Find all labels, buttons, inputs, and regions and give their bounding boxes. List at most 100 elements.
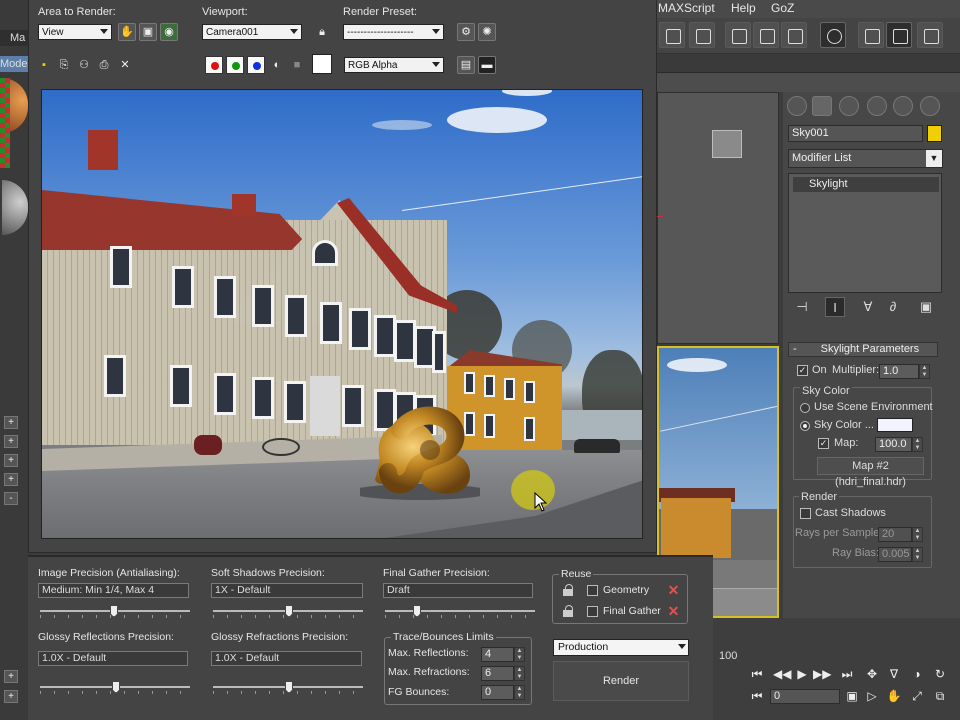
display-tab-icon[interactable] [893,96,913,116]
map-amount-spinner[interactable]: 100.0 ▲ ▼ [875,437,923,452]
object-name-field[interactable]: Sky001 [788,125,923,142]
next-frame-icon[interactable]: ▶▶ [813,666,831,682]
walk-through-icon[interactable]: ∇ [885,666,903,682]
reuse-final-gather-checkbox[interactable] [587,606,598,617]
go-to-start-icon[interactable]: ⏮ [748,666,766,682]
make-unique-icon[interactable]: ∀ [858,297,878,317]
show-end-result-icon[interactable]: I [825,297,845,317]
expand-icon[interactable]: + [4,435,18,448]
remove-modifier-icon[interactable]: ∂ [883,297,903,317]
key-mode-icon[interactable]: ⏮ [748,688,766,704]
soft-shadows-slider[interactable] [213,605,363,618]
render-region-icon[interactable]: ◉ [160,23,178,41]
spinner-arrows-icon[interactable]: ▲ ▼ [919,364,930,379]
red-channel-toggle[interactable] [205,56,223,74]
expand-icon[interactable]: + [4,690,18,703]
edit-region-icon[interactable]: ✋ [118,23,136,41]
object-color-swatch[interactable] [927,125,942,142]
schematic-view-icon[interactable] [781,22,807,48]
configure-sets-icon[interactable]: ▣ [916,297,936,317]
expand-icon[interactable]: + [4,454,18,467]
menu-goz[interactable]: GoZ [771,1,794,15]
clear-final-gather-cache-icon[interactable]: ✕ [666,604,681,619]
clear-geometry-cache-icon[interactable]: ✕ [666,583,681,598]
render-mode-dropdown[interactable]: Production [553,639,689,656]
render-production-teapot-icon[interactable] [917,22,943,48]
render-setup-icon[interactable]: ⚙ [457,23,475,41]
modify-tab-icon[interactable] [812,96,832,116]
mode-tab[interactable]: Mode [0,56,28,72]
render-preset-dropdown[interactable]: -------------------- [343,24,444,40]
lock-geometry-icon[interactable] [563,584,573,596]
green-channel-toggle[interactable] [226,56,244,74]
max-refractions-spinner[interactable]: 6 ▲ ▼ [481,666,525,681]
use-scene-env-radio[interactable] [800,403,810,413]
blue-channel-toggle[interactable] [247,56,265,74]
sky-color-swatch[interactable] [877,418,913,432]
clone-window-icon[interactable]: ⚇ [75,56,93,74]
lock-final-gather-icon[interactable] [563,605,573,617]
current-frame-field[interactable]: 0 [770,689,840,704]
spinner-arrows-icon[interactable]: ▲ ▼ [514,647,525,662]
reuse-geometry-checkbox[interactable] [587,585,598,596]
spinner-arrows-icon[interactable]: ▲ ▼ [514,666,525,681]
orbit-icon[interactable]: ◑ [908,666,926,682]
stack-item-skylight[interactable]: Skylight [793,177,939,192]
copy-image-icon[interactable]: ⎘ [55,56,73,74]
auto-region-icon[interactable]: ▣ [139,23,157,41]
material-slot-2[interactable] [2,180,28,235]
curve-editor-icon[interactable] [753,22,779,48]
ray-bias-spinner[interactable]: 0.005 ▲ ▼ [878,547,923,562]
time-config-icon[interactable]: ▣ [843,688,861,704]
glossy-reflections-slider[interactable] [40,681,190,694]
image-precision-slider[interactable] [40,605,190,618]
map-checkbox[interactable]: ✓ [818,438,829,449]
modifier-stack[interactable]: Skylight [788,173,942,293]
layer-manager-icon[interactable] [725,22,751,48]
zoom-all-icon[interactable]: ✋ [885,688,903,704]
toggle-ui-overlay-icon[interactable]: ▤ [457,56,475,74]
spinner-arrows-icon[interactable]: ▲ ▼ [912,547,923,562]
toggle-ui-icon[interactable]: ▬ [478,56,496,74]
torus-knot-object[interactable] [360,400,480,500]
print-image-icon[interactable]: ⎙ [95,56,113,74]
hierarchy-tab-icon[interactable] [839,96,859,116]
environment-effects-icon[interactable]: ✺ [478,23,496,41]
render-button[interactable]: Render [553,661,689,701]
max-reflections-spinner[interactable]: 4 ▲ ▼ [481,647,525,662]
expand-icon[interactable]: + [4,416,18,429]
maximize-toggle-icon[interactable]: ⧉ [931,688,949,704]
spinner-arrows-icon[interactable]: ▲ ▼ [912,437,923,452]
multiplier-spinner[interactable]: 1.0 ▲ ▼ [879,364,930,379]
pan-icon[interactable]: ✥ [863,666,881,682]
utilities-tab-icon[interactable] [920,96,940,116]
maximize-icon[interactable]: ↻ [931,666,949,682]
glossy-refractions-slider[interactable] [213,681,363,694]
named-selection-icon[interactable] [689,22,715,48]
skylight-parameters-rollout[interactable]: - Skylight Parameters [788,342,938,357]
spinner-arrows-icon[interactable]: ▲ ▼ [912,527,923,542]
swatch-color[interactable] [312,54,332,74]
alpha-channel-icon[interactable]: ◐ [268,56,286,74]
rays-per-sample-spinner[interactable]: 20 ▲ ▼ [878,527,923,542]
zoom-icon[interactable]: ▷ [863,688,881,704]
go-to-end-icon[interactable]: ⏭ [838,666,856,682]
on-checkbox[interactable]: ✓ [797,365,808,376]
area-to-render-dropdown[interactable]: View [38,24,112,40]
monochrome-icon[interactable]: ■ [288,56,306,74]
final-gather-slider[interactable] [385,605,535,618]
create-tab-icon[interactable] [787,96,807,116]
material-editor-icon[interactable] [820,22,846,48]
previous-frame-icon[interactable]: ◀◀ [773,666,791,682]
field-of-view-icon[interactable]: ⤢ [908,688,926,704]
clear-icon[interactable]: ✕ [116,56,134,74]
fg-bounces-spinner[interactable]: 0 ▲ ▼ [481,685,525,700]
left-tab[interactable]: Ma [0,30,28,46]
modifier-list-dropdown[interactable]: Modifier List ▼ [788,149,943,168]
collapse-icon[interactable]: - [4,492,18,505]
menu-maxscript[interactable]: MAXScript [658,1,715,15]
expand-icon[interactable]: + [4,473,18,486]
expand-icon[interactable]: + [4,670,18,683]
lock-viewport-icon[interactable]: 🔒︎ [313,23,331,41]
save-image-icon[interactable]: ▪ [35,56,53,74]
